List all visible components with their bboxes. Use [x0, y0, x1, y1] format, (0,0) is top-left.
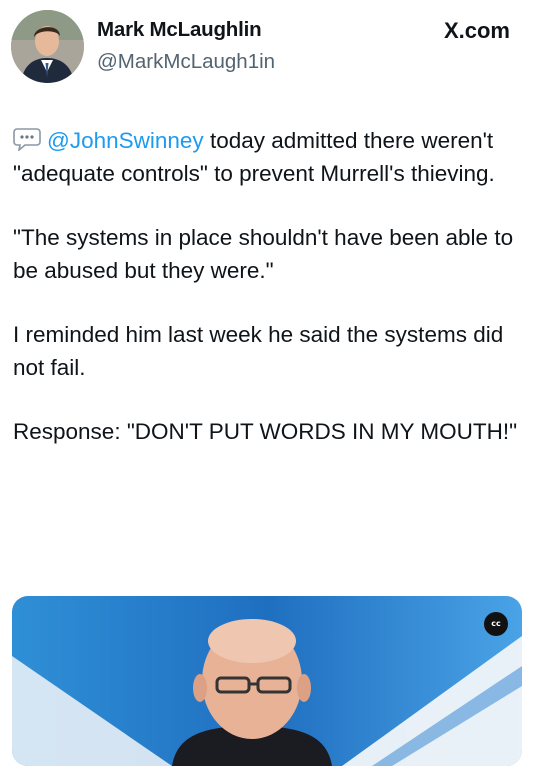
tweet-paragraph-1: @JohnSwinney today admitted there weren'… [13, 125, 518, 190]
tweet-paragraph-4: Response: "DON'T PUT WORDS IN MY MOUTH!" [13, 419, 518, 444]
tweet-paragraph-3: I reminded him last week he said the sys… [13, 322, 504, 380]
closed-captions-icon[interactable]: cc [484, 612, 508, 636]
video-frame [12, 596, 522, 766]
author-handle[interactable]: @MarkMcLaugh1in [97, 50, 275, 74]
tweet-video[interactable]: cc [12, 596, 522, 766]
avatar-portrait-icon [11, 10, 84, 83]
author-avatar[interactable] [11, 10, 84, 83]
tweet-header: Mark McLaughlin @MarkMcLaugh1in X.com [0, 0, 534, 100]
tweet-paragraph-2: "The systems in place shouldn't have bee… [13, 225, 514, 283]
tweet-text: @JohnSwinney today admitted there weren'… [13, 125, 518, 481]
mention-link[interactable]: @JohnSwinney [47, 128, 204, 153]
x-logo[interactable]: X.com [444, 18, 510, 44]
speech-bubble-icon [13, 128, 41, 151]
author-name[interactable]: Mark McLaughlin [97, 18, 262, 42]
